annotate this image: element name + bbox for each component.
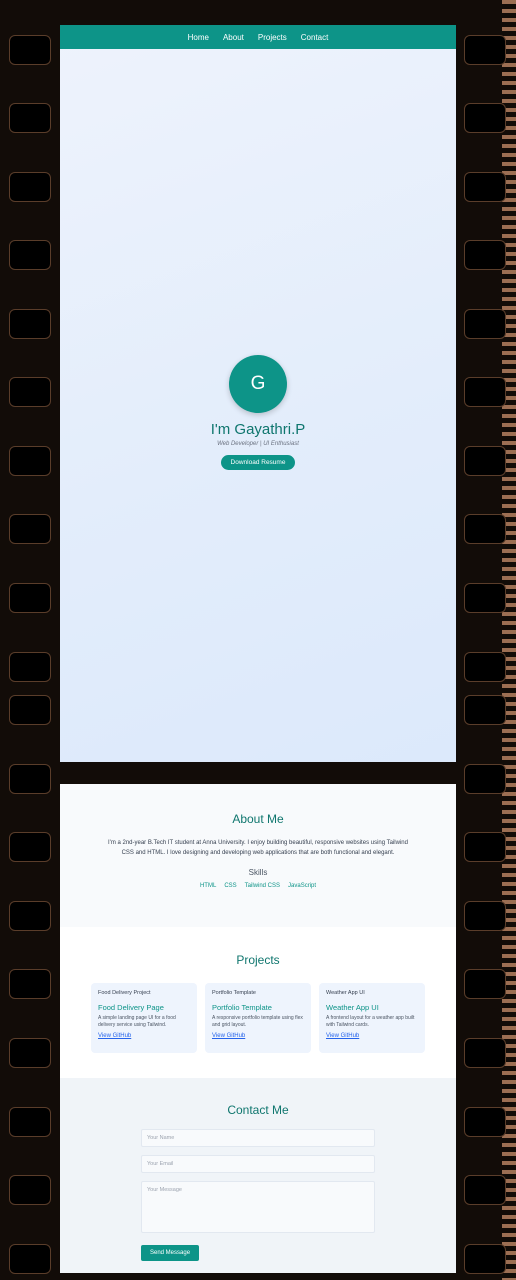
project-description: A responsive portfolio template using fl…	[212, 1015, 303, 1028]
film-sprocket-hole	[464, 172, 506, 202]
film-sprocket-hole	[9, 652, 51, 682]
project-description: A frontend layout for a weather app buil…	[326, 1015, 415, 1028]
view-github-link[interactable]: View GitHub	[98, 1033, 190, 1039]
project-cards: Food Delivery Project Food Delivery Page…	[60, 983, 456, 1053]
projects-section: Projects Food Delivery Project Food Deli…	[60, 927, 456, 1078]
film-sprocket-hole	[9, 969, 51, 999]
film-sprocket-hole	[9, 377, 51, 407]
project-image-placeholder: Weather App UI	[326, 990, 365, 996]
view-github-link[interactable]: View GitHub	[326, 1033, 418, 1039]
project-description: A simple landing page UI for a food deli…	[98, 1015, 176, 1028]
avatar: G	[229, 355, 287, 413]
film-sprocket-hole	[464, 35, 506, 65]
film-sprocket-hole	[9, 832, 51, 862]
film-sprocket-hole	[464, 652, 506, 682]
skill-tailwind: Tailwind CSS	[244, 883, 281, 889]
film-sprocket-hole	[9, 901, 51, 931]
name-input[interactable]: Your Name	[141, 1129, 375, 1147]
film-sprocket-hole	[464, 103, 506, 133]
film-sprocket-hole	[464, 832, 506, 862]
film-strip-left	[0, 0, 60, 1280]
contact-form: Your Name Your Email Your Message Send M…	[141, 1129, 375, 1261]
film-sprocket-hole	[464, 583, 506, 613]
film-sprocket-hole	[9, 103, 51, 133]
film-sprocket-hole	[464, 377, 506, 407]
project-title: Weather App UI	[326, 1003, 379, 1012]
skill-css: CSS	[224, 883, 237, 889]
project-card: Weather App UI Weather App UI A frontend…	[319, 983, 425, 1053]
nav-about[interactable]: About	[223, 33, 244, 42]
film-sprocket-hole	[464, 901, 506, 931]
film-sprocket-hole	[464, 1038, 506, 1068]
film-sprocket-hole	[464, 309, 506, 339]
nav-home[interactable]: Home	[188, 33, 209, 42]
hero-tagline: Web Developer | UI Enthusiast	[217, 441, 299, 447]
film-sprocket-hole	[9, 764, 51, 794]
hero-section: G I'm Gayathri.P Web Developer | UI Enth…	[60, 355, 456, 470]
film-sprocket-hole	[464, 1175, 506, 1205]
project-image-placeholder: Portfolio Template	[212, 990, 256, 996]
top-nav: Home About Projects Contact	[60, 25, 456, 49]
film-sprocket-hole	[9, 240, 51, 270]
film-sprocket-hole	[464, 1244, 506, 1274]
film-sprocket-hole	[9, 514, 51, 544]
hero-frame: Home About Projects Contact G I'm Gayath…	[60, 25, 456, 762]
skill-javascript: JavaScript	[288, 883, 317, 889]
film-sprocket-hole	[464, 240, 506, 270]
film-sprocket-hole	[464, 764, 506, 794]
project-title: Food Delivery Page	[98, 1003, 164, 1012]
film-sprocket-hole	[9, 1175, 51, 1205]
film-sprocket-hole	[9, 695, 51, 725]
about-section: About Me I'm a 2nd-year B.Tech IT studen…	[60, 784, 456, 927]
contact-title: Contact Me	[227, 1103, 289, 1117]
email-input[interactable]: Your Email	[141, 1155, 375, 1173]
about-text: I'm a 2nd-year B.Tech IT student at Anna…	[108, 840, 408, 856]
film-sprocket-hole	[9, 583, 51, 613]
film-sprocket-hole	[9, 1244, 51, 1274]
contact-section: Contact Me Your Name Your Email Your Mes…	[60, 1078, 456, 1273]
message-textarea[interactable]: Your Message	[141, 1181, 375, 1233]
film-strip-right	[456, 0, 516, 1280]
download-resume-button[interactable]: Download Resume	[220, 455, 296, 470]
project-image-placeholder: Food Delivery Project	[98, 990, 151, 996]
project-title: Portfolio Template	[212, 1003, 272, 1012]
film-sprocket-hole	[9, 1038, 51, 1068]
skill-html: HTML	[199, 883, 217, 889]
about-title: About Me	[232, 812, 284, 826]
hero-name: I'm Gayathri.P	[210, 421, 306, 438]
send-message-button[interactable]: Send Message	[141, 1245, 200, 1261]
skills-list: HTML CSS Tailwind CSS JavaScript	[60, 883, 456, 889]
view-github-link[interactable]: View GitHub	[212, 1033, 304, 1039]
film-sprocket-hole	[9, 1107, 51, 1137]
film-sprocket-hole	[464, 514, 506, 544]
film-sprocket-hole	[464, 446, 506, 476]
film-sprocket-hole	[9, 35, 51, 65]
skills-title: Skills	[248, 868, 268, 877]
project-card: Food Delivery Project Food Delivery Page…	[91, 983, 197, 1053]
film-sprocket-hole	[464, 695, 506, 725]
sections-frame: About Me I'm a 2nd-year B.Tech IT studen…	[60, 784, 456, 1273]
film-sprocket-hole	[9, 446, 51, 476]
film-sprocket-hole	[464, 969, 506, 999]
film-sprocket-hole	[9, 309, 51, 339]
nav-contact[interactable]: Contact	[301, 33, 329, 42]
film-sprocket-hole	[464, 1107, 506, 1137]
projects-title: Projects	[236, 953, 280, 967]
project-card: Portfolio Template Portfolio Template A …	[205, 983, 311, 1053]
film-sprocket-hole	[9, 172, 51, 202]
nav-projects[interactable]: Projects	[258, 33, 287, 42]
